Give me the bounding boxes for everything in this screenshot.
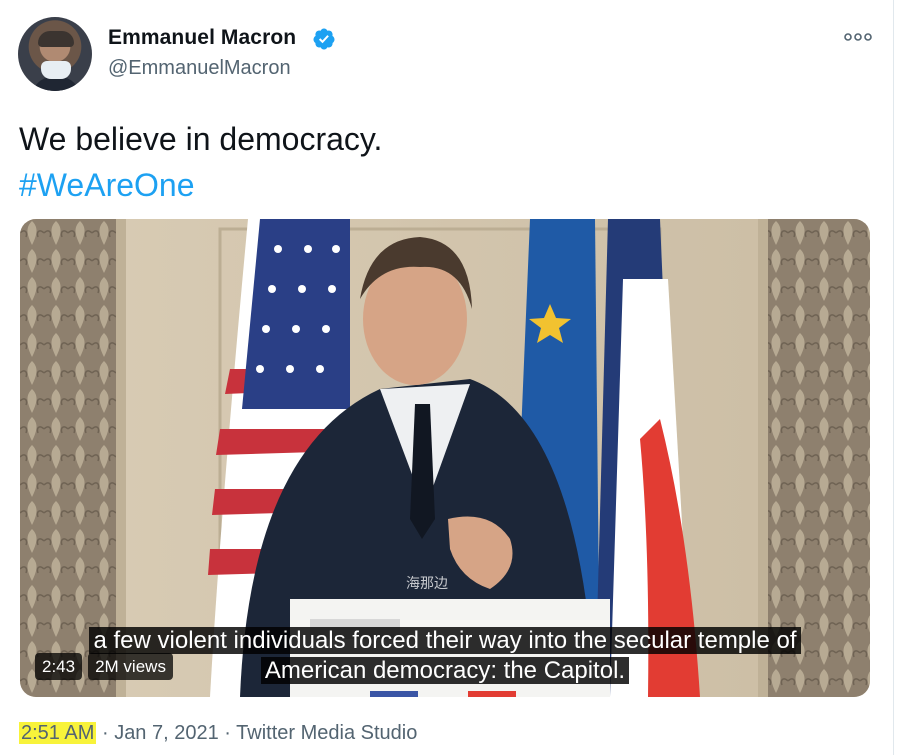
- more-options-icon[interactable]: [842, 28, 874, 46]
- duration-badge: 2:43: [35, 653, 83, 680]
- tweet-card: Emmanuel Macron @EmmanuelMacron We belie…: [0, 0, 894, 755]
- tweet-time[interactable]: 2:51 AM: [19, 722, 97, 744]
- hashtag-link[interactable]: #WeAreOne: [19, 162, 382, 208]
- tweet-source[interactable]: Twitter Media Studio: [236, 722, 417, 744]
- tweet-body: We believe in democracy.: [19, 121, 383, 157]
- separator: ·: [101, 722, 109, 744]
- watermark: 海那边: [406, 575, 448, 591]
- subtitle-line-1: a few violent individuals forced their w…: [20, 626, 870, 656]
- verified-badge-icon: [313, 28, 335, 50]
- author-handle[interactable]: @EmmanuelMacron: [108, 57, 291, 80]
- author-display-name[interactable]: Emmanuel Macron: [108, 26, 296, 50]
- tweet-meta: 2:51 AM · Jan 7, 2021 · Twitter Media St…: [19, 722, 417, 745]
- video-badges: 2:43 2M views: [35, 653, 173, 680]
- avatar[interactable]: [18, 17, 92, 91]
- tweet-text: We believe in democracy. #WeAreOne: [19, 116, 382, 208]
- views-badge: 2M views: [88, 653, 173, 680]
- separator: ·: [224, 722, 231, 744]
- video-player[interactable]: 海那边 a few violent individuals forced the…: [20, 219, 870, 697]
- tweet-date[interactable]: Jan 7, 2021: [114, 722, 219, 744]
